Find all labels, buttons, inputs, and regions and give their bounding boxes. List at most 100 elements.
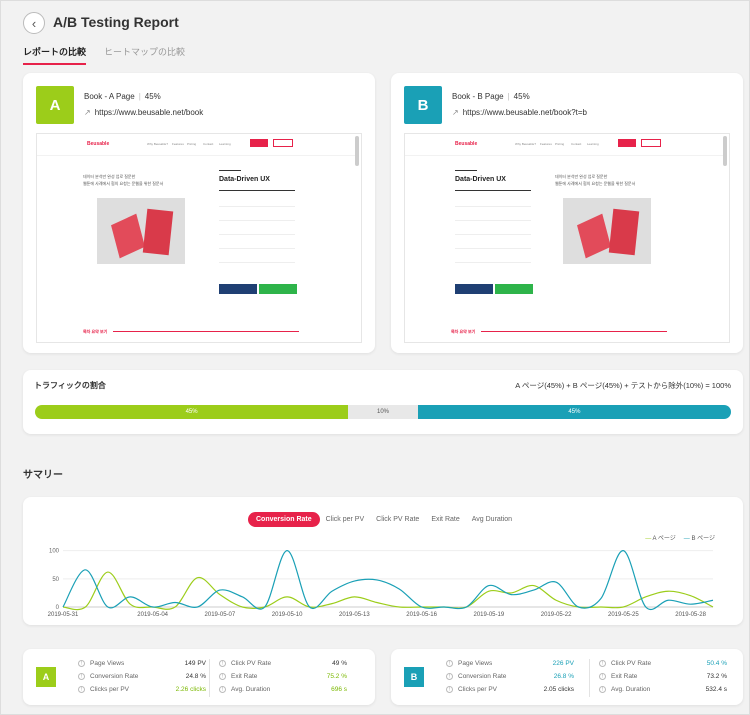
report-tabs: レポートの比較 ヒートマップの比較 xyxy=(23,45,185,65)
x-tick-label: 2019-05-22 xyxy=(541,612,572,618)
info-icon[interactable]: ! xyxy=(446,686,453,693)
preview-divider xyxy=(455,206,531,207)
preview-divider xyxy=(455,170,477,171)
preview-login-button xyxy=(641,139,661,147)
preview-menu-item: Features xyxy=(540,142,552,146)
preview-divider xyxy=(219,220,295,221)
stat-label: Exit Rate xyxy=(231,673,258,680)
preview-menu-item: Why Beusable? xyxy=(147,142,169,146)
series-a-line xyxy=(62,571,714,611)
stat-row: ! Page Views 149 PV xyxy=(78,657,206,670)
preview-divider xyxy=(455,220,531,221)
stats-b-left: ! Page Views 226 PV ! Conversion Rate 26.8 %… xyxy=(446,657,574,696)
stat-value: 2.05 clicks xyxy=(543,686,574,693)
preview-scrollbar[interactable] xyxy=(355,136,359,166)
x-tick-label: 2019-05-04 xyxy=(137,612,168,618)
stat-row: ! Conversion Rate 26.8 % xyxy=(446,670,574,683)
stat-value: 532.4 s xyxy=(705,686,727,693)
preview-divider xyxy=(455,248,531,249)
preview-menu-item: Contact xyxy=(571,142,582,146)
stat-value: 26.8 % xyxy=(553,673,574,680)
preview-divider xyxy=(455,234,531,235)
stat-row: ! Avg. Duration 532.4 s xyxy=(599,683,727,696)
preview-book-cover xyxy=(608,208,640,256)
preview-footer-label: 목차 요약 보기 xyxy=(451,329,476,334)
traffic-card: トラフィックの割合 A ページ(45%) + B ページ(45%) + テストか… xyxy=(23,370,743,434)
stat-value: 50.4 % xyxy=(706,660,727,667)
tab-heatmap-compare[interactable]: ヒートマップの比較 xyxy=(104,45,185,65)
preview-menu-item: Contact xyxy=(203,142,214,146)
preview-divider xyxy=(219,170,241,171)
stat-label: Page Views xyxy=(458,660,493,667)
ab-report-page: ‹ A/B Testing Report レポートの比較 ヒートマップの比較 A… xyxy=(0,0,750,715)
stat-label: Clicks per PV xyxy=(90,686,130,693)
preview-download-button xyxy=(495,284,533,294)
info-icon[interactable]: ! xyxy=(78,673,85,680)
traffic-formula: A ページ(45%) + B ページ(45%) + テストから除外(10%) =… xyxy=(515,381,731,390)
stats-b-right: ! Click PV Rate 50.4 % ! Exit Rate 73.2 % ! A… xyxy=(599,657,727,696)
stats-divider xyxy=(209,659,210,697)
page-b-url[interactable]: ↗ https://www.beusable.net/book?t=b xyxy=(452,108,587,117)
info-icon[interactable]: ! xyxy=(446,673,453,680)
stat-label: Exit Rate xyxy=(611,673,638,680)
conversion-rate-chart: 0 50 100 2019-05-31 2019-05-04 2019-05-07 2019… xyxy=(48,549,714,618)
info-icon[interactable]: ! xyxy=(219,660,226,667)
preview-heading: Data-Driven UX xyxy=(219,176,270,183)
preview-divider xyxy=(455,262,531,263)
y-tick-label: 50 xyxy=(52,577,59,583)
stat-value: 226 PV xyxy=(552,660,574,667)
traffic-bar: 45% 10% 45% xyxy=(35,405,731,419)
preview-footer-label: 목차 요약 보기 xyxy=(83,329,108,334)
stat-label: Avg. Duration xyxy=(611,686,651,693)
preview-menu-item: Pricing xyxy=(187,142,197,146)
preview-divider xyxy=(219,206,295,207)
traffic-segment-excluded: 10% xyxy=(348,405,418,419)
page-a-title: Book - A Page | 45% xyxy=(84,92,161,101)
info-icon[interactable]: ! xyxy=(599,660,606,667)
summary-title: サマリー xyxy=(23,470,63,481)
page-a-url[interactable]: ↗ https://www.beusable.net/book xyxy=(84,108,203,117)
preview-intro-1: 데이터 분석만 완성 업로 질문한 xyxy=(555,174,608,179)
header: ‹ A/B Testing Report レポートの比較 ヒートマップの比較 xyxy=(1,1,749,67)
preview-menu-item: Features xyxy=(172,142,184,146)
preview-logo: Beusable xyxy=(455,141,478,147)
x-tick-label: 2019-05-31 xyxy=(48,612,79,618)
page-b-preview[interactable]: Beusable Why Beusable? Features Pricing … xyxy=(404,133,730,343)
stat-row: ! Exit Rate 75.2 % xyxy=(219,670,347,683)
stat-row: ! Exit Rate 73.2 % xyxy=(599,670,727,683)
preview-heading: Data-Driven UX xyxy=(455,176,506,183)
stats-card-a: A ! Page Views 149 PV ! Conversion Rate 24.8… xyxy=(23,649,375,705)
external-link-icon: ↗ xyxy=(84,108,91,117)
preview-scrollbar[interactable] xyxy=(723,136,727,166)
external-link-icon: ↗ xyxy=(452,108,459,117)
info-icon[interactable]: ! xyxy=(599,673,606,680)
stat-value: 696 s xyxy=(331,686,347,693)
info-icon[interactable]: ! xyxy=(599,686,606,693)
preview-divider xyxy=(219,262,295,263)
stat-value: 2.26 clicks xyxy=(175,686,206,693)
preview-menu-item: Learning xyxy=(219,142,231,146)
info-icon[interactable]: ! xyxy=(78,660,85,667)
page-a-preview[interactable]: Beusable Why Beusable? Features Pricing … xyxy=(36,133,362,343)
preview-footer-line xyxy=(113,331,299,332)
page-a-url-text: https://www.beusable.net/book xyxy=(94,108,204,117)
traffic-segment-b: 45% xyxy=(417,405,731,419)
x-tick-label: 2019-05-25 xyxy=(608,612,639,618)
back-button[interactable]: ‹ xyxy=(23,12,45,34)
stat-row: ! Page Views 226 PV xyxy=(446,657,574,670)
stat-label: Clicks per PV xyxy=(458,686,498,693)
info-icon[interactable]: ! xyxy=(78,686,85,693)
stat-value: 73.2 % xyxy=(706,673,727,680)
page-b-name: Book - B Page xyxy=(452,92,504,101)
stat-value: 24.8 % xyxy=(185,673,206,680)
stats-b-badge: B xyxy=(404,667,424,687)
info-icon[interactable]: ! xyxy=(219,673,226,680)
tab-report-compare[interactable]: レポートの比較 xyxy=(23,45,87,65)
preview-nav: Beusable Why Beusable? Features Pricing … xyxy=(37,134,355,156)
page-card-a: A Book - A Page | 45% ↗ https://www.beusabl… xyxy=(23,73,375,353)
info-icon[interactable]: ! xyxy=(446,660,453,667)
page-title: A/B Testing Report xyxy=(53,14,179,30)
preview-signup-button xyxy=(618,139,636,147)
stat-label: Page Views xyxy=(90,660,125,667)
info-icon[interactable]: ! xyxy=(219,686,226,693)
